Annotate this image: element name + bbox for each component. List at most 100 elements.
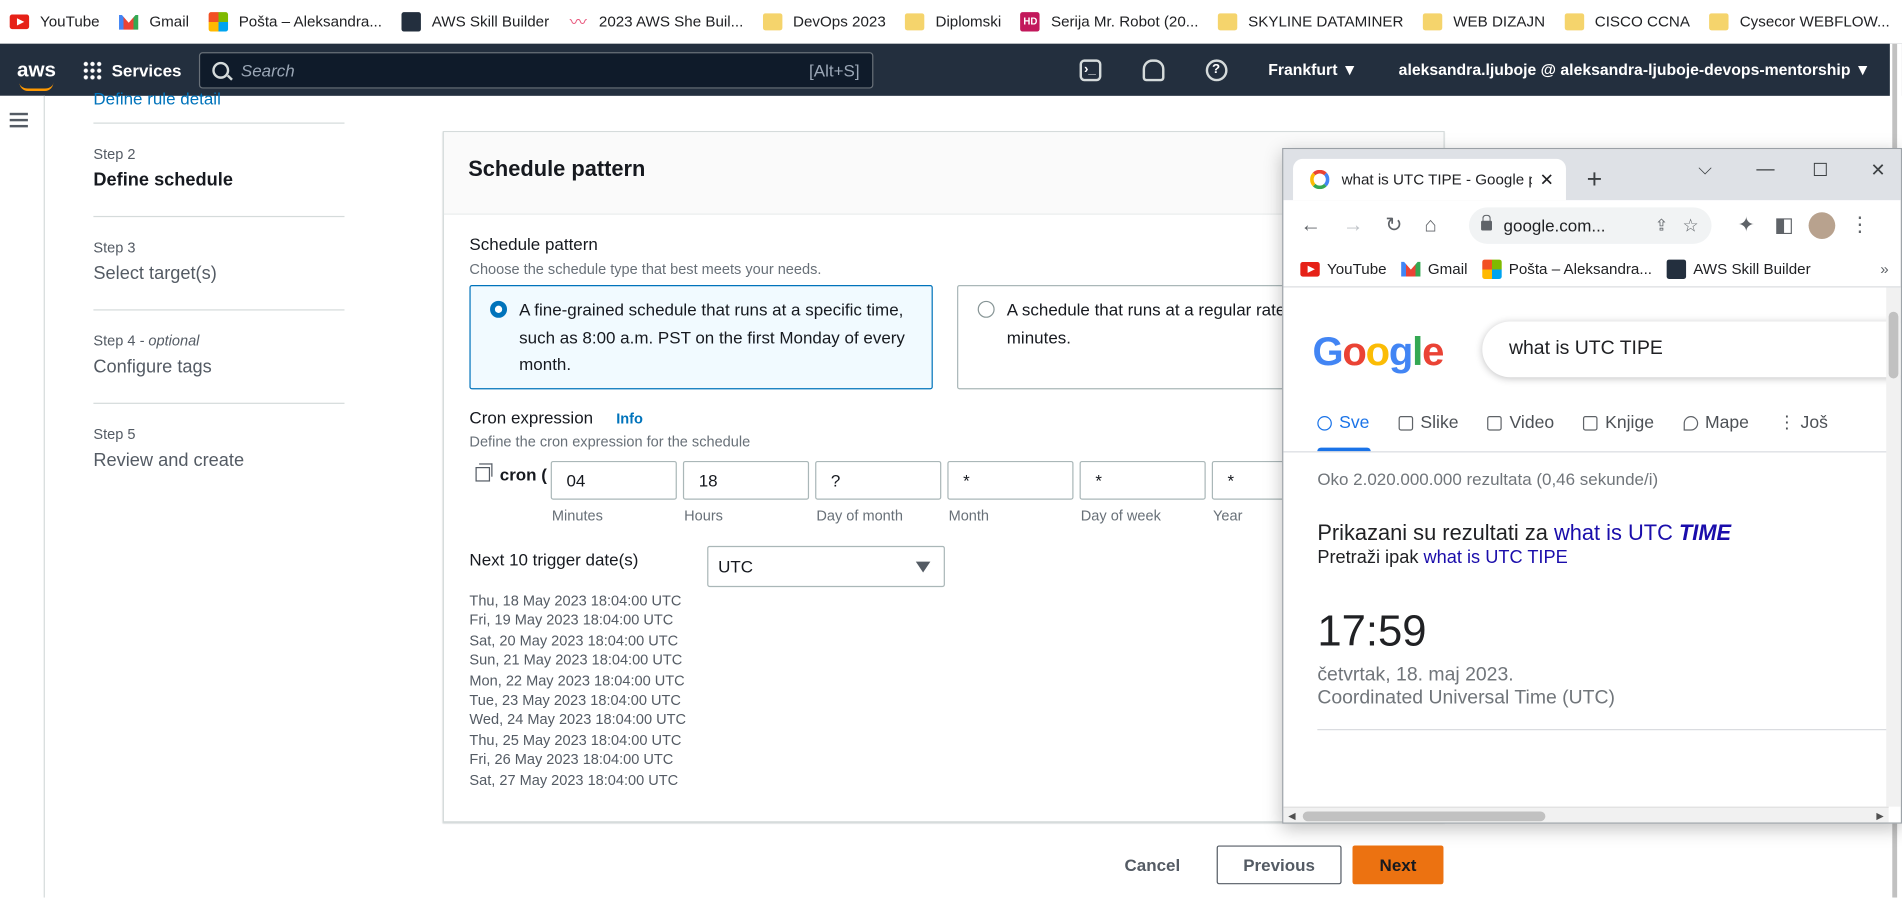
tab-all[interactable]: Sve <box>1317 414 1369 433</box>
bookmark-cisco[interactable]: CISCO CCNA <box>1564 13 1690 31</box>
bookmark-gmail[interactable]: Gmail <box>119 12 189 31</box>
new-tab-icon[interactable]: + <box>1587 164 1603 196</box>
scroll-right-icon[interactable]: ▶ <box>1876 810 1883 821</box>
horizontal-scrollbar[interactable]: ◀ ▶ <box>1283 806 1889 823</box>
step-number: Step 4 - optional <box>93 332 200 350</box>
close-window-icon[interactable]: ✕ <box>1870 159 1885 181</box>
google-logo[interactable]: Google <box>1312 329 1444 375</box>
bookmark-devops[interactable]: DevOps 2023 <box>762 13 886 31</box>
bookmark-posta[interactable]: Pošta – Aleksandra... <box>208 12 382 32</box>
step-name: Review and create <box>93 450 245 471</box>
utc-date: četvrtak, 18. maj 2023. Coordinated Univ… <box>1317 664 1615 709</box>
timezone-select[interactable]: UTC <box>707 545 945 588</box>
forward-icon[interactable]: → <box>1343 213 1364 237</box>
cron-minutes-input[interactable]: 04 <box>550 460 677 500</box>
bookmark-web-dizajn[interactable]: WEB DIZAJN <box>1422 13 1545 31</box>
cron-hours-input[interactable]: 18 <box>682 460 810 500</box>
cron-day-of-week-label: Day of week <box>1080 507 1161 525</box>
more-bookmarks-icon[interactable]: » <box>1880 260 1888 277</box>
cron-month-input[interactable]: * <box>947 460 1074 500</box>
tab-books[interactable]: Knjige <box>1583 414 1654 433</box>
trigger-dates-list: Thu, 18 May 2023 18:04:00 UTC Fri, 19 Ma… <box>469 591 686 790</box>
search-instead: Pretraži ipak what is UTC TIPE <box>1317 547 1568 568</box>
help-icon[interactable]: ? <box>1205 58 1227 81</box>
url-text: google.com... <box>1503 215 1606 236</box>
account-menu[interactable]: aleksandra.ljuboje @ aleksandra-ljuboje-… <box>1399 61 1871 79</box>
bookmark-aws-skill-builder[interactable]: AWS Skill Builder <box>1666 258 1811 279</box>
play-icon <box>1487 416 1503 431</box>
chrome-tab[interactable]: what is UTC TIPE - Google pre ✕ <box>1293 158 1566 201</box>
extensions-icon[interactable]: ✦ <box>1738 213 1755 237</box>
step-1-link[interactable]: Define rule detail <box>93 89 345 124</box>
bookmark-diplomski[interactable]: Diplomski <box>905 13 1001 31</box>
folder-icon <box>1564 13 1584 31</box>
bookmark-cysecor[interactable]: Cysecor WEBFLOW... <box>1709 13 1890 31</box>
radio-selected[interactable] <box>490 300 508 318</box>
hamburger-icon[interactable] <box>9 112 28 128</box>
step-5[interactable]: Step 5 Review and create <box>93 404 344 497</box>
corrected-query-link[interactable]: what is UTC TIME <box>1554 520 1731 544</box>
radio-unselected[interactable] <box>977 300 995 318</box>
trigger-date: Fri, 19 May 2023 18:04:00 UTC <box>469 611 674 629</box>
image-icon <box>1398 416 1414 431</box>
cron-day-of-month-input[interactable]: ? <box>815 460 942 500</box>
bookmark-aws-she-builds[interactable]: 〰 2023 AWS She Buil... <box>569 12 744 31</box>
bookmark-aws-skill-builder[interactable]: AWS Skill Builder <box>401 12 549 32</box>
cron-day-of-week-input[interactable]: * <box>1079 460 1206 500</box>
scroll-left-icon[interactable]: ◀ <box>1288 810 1295 821</box>
tab-video[interactable]: Video <box>1487 414 1554 433</box>
next-button[interactable]: Next <box>1352 845 1444 885</box>
step-4[interactable]: Step 4 - optional Configure tags <box>93 311 345 404</box>
trigger-date: Mon, 22 May 2023 18:04:00 UTC <box>469 671 685 689</box>
region-selector[interactable]: Frankfurt ▼ <box>1268 61 1357 79</box>
search-input[interactable]: Search [Alt+S] <box>198 51 873 88</box>
original-query-link[interactable]: what is UTC TIPE <box>1424 547 1568 568</box>
tab-images[interactable]: Slike <box>1398 414 1459 433</box>
bookmark-youtube[interactable]: YouTube <box>1300 260 1387 277</box>
minimize-icon[interactable]: — <box>1756 159 1774 180</box>
step-number: Step 2 <box>93 145 136 163</box>
scrollbar-thumb[interactable] <box>1302 811 1546 822</box>
copy-icon[interactable] <box>475 463 493 482</box>
bell-icon[interactable] <box>1142 58 1164 81</box>
profile-avatar[interactable] <box>1808 212 1836 239</box>
maximize-icon[interactable]: ☐ <box>1812 159 1828 181</box>
bookmark-skyline[interactable]: SKYLINE DATAMINER <box>1217 13 1403 31</box>
google-search-input[interactable]: what is UTC TIPE <box>1482 321 1900 377</box>
bookmark-gmail[interactable]: Gmail <box>1401 259 1467 278</box>
aws-logo[interactable]: aws <box>0 58 73 91</box>
scrollbar-thumb[interactable] <box>1888 311 1899 379</box>
share-icon[interactable]: ⇪ <box>1655 216 1668 235</box>
chrome-tab-strip: what is UTC TIPE - Google pre ✕ + ⌵ — ☐ … <box>1283 149 1901 201</box>
menu-icon[interactable]: ⋮ <box>1850 213 1871 237</box>
services-menu[interactable]: Services <box>82 60 181 80</box>
grid-icon <box>82 60 102 80</box>
more-dots-icon: ⋮ <box>1778 413 1796 434</box>
bookmark-mr-robot[interactable]: HD Serija Mr. Robot (20... <box>1020 12 1198 32</box>
bookmark-youtube[interactable]: YouTube <box>9 13 100 30</box>
folder-icon <box>905 13 925 31</box>
option-cron-tile[interactable]: A fine-grained schedule that runs at a s… <box>469 285 933 390</box>
home-icon[interactable]: ⌂ <box>1424 213 1436 237</box>
close-tab-icon[interactable]: ✕ <box>1540 169 1554 190</box>
star-icon[interactable]: ☆ <box>1683 215 1699 237</box>
info-link[interactable]: Info <box>616 410 643 427</box>
vertical-scrollbar[interactable] <box>1886 287 1901 807</box>
address-bar[interactable]: google.com... ⇪ ☆ <box>1468 207 1711 244</box>
bookmark-posta[interactable]: Pošta – Aleksandra... <box>1482 258 1652 279</box>
tab-maps[interactable]: Mape <box>1683 414 1749 433</box>
step-name: Define schedule <box>93 169 233 191</box>
tab-search-icon[interactable]: ⌵ <box>1698 159 1712 180</box>
previous-button[interactable]: Previous <box>1216 845 1342 885</box>
cancel-button[interactable]: Cancel <box>1110 845 1195 884</box>
folder-icon <box>1709 13 1729 31</box>
reload-icon[interactable]: ↻ <box>1385 213 1402 237</box>
cloudshell-icon[interactable]: ›_ <box>1079 58 1101 81</box>
tab-more[interactable]: ⋮ Još <box>1778 414 1828 433</box>
step-3[interactable]: Step 3 Select target(s) <box>93 217 345 311</box>
step-name: Select target(s) <box>93 263 217 284</box>
back-icon[interactable]: ← <box>1300 213 1321 237</box>
side-panel-icon[interactable]: ◧ <box>1774 213 1793 237</box>
schedule-pattern-desc: Choose the schedule type that best meets… <box>469 260 822 278</box>
cron-hours-label: Hours <box>684 507 723 525</box>
